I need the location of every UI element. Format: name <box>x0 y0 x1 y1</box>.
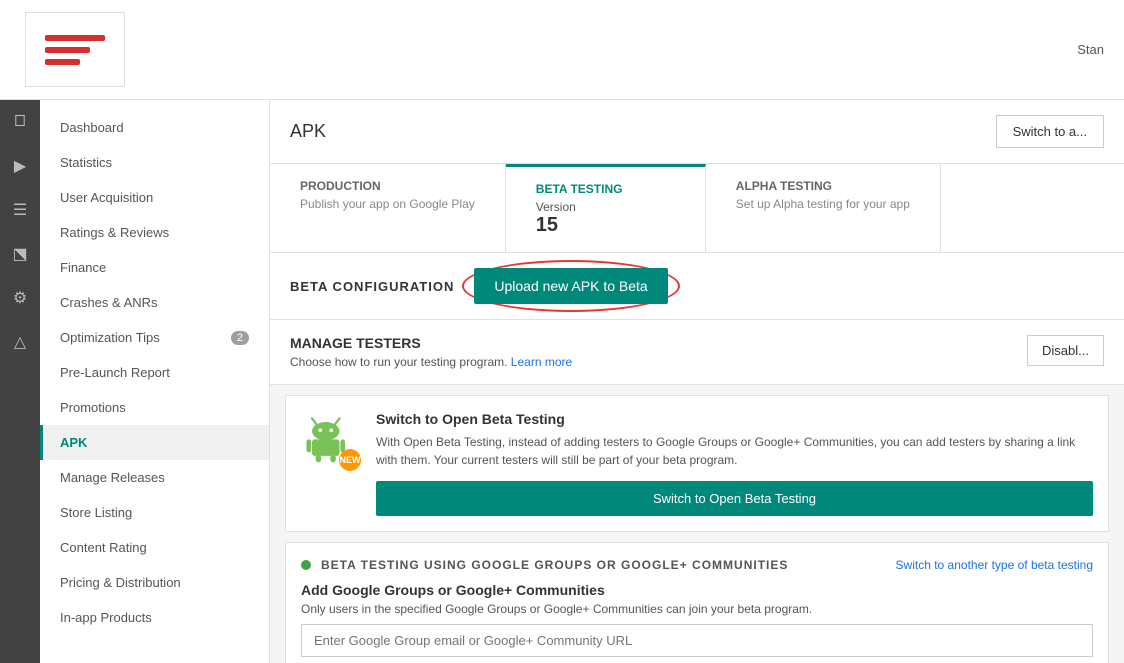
status-dot <box>301 560 311 570</box>
card-body: Switch to Open Beta Testing With Open Be… <box>376 411 1093 516</box>
upload-btn-wrapper: Upload new APK to Beta <box>474 268 667 304</box>
manage-section: MANAGE TESTERS Choose how to run your te… <box>270 320 1124 385</box>
manage-title: MANAGE TESTERS <box>290 335 572 351</box>
android-robot-wrapper: NEW <box>301 411 361 471</box>
logo-line-3 <box>45 59 80 65</box>
sidebar-icons:  ▶ ☰ ⬔ ⚙ △ <box>0 100 40 663</box>
learn-more-link[interactable]: Learn more <box>511 355 572 369</box>
group-email-input[interactable] <box>301 624 1093 657</box>
app-container: Stan  ▶ ☰ ⬔ ⚙ △ Dashboard Statistics Us… <box>0 0 1124 663</box>
top-bar-right: Stan <box>1077 42 1124 57</box>
logo-lines <box>45 35 105 65</box>
bell-sidebar-icon[interactable]: △ <box>8 330 32 354</box>
groups-add-sub: Only users in the specified Google Group… <box>301 602 1093 616</box>
games-sidebar-icon[interactable]: ▶ <box>8 154 32 178</box>
db-sidebar-icon[interactable]: ⬔ <box>8 242 32 266</box>
disable-button[interactable]: Disabl... <box>1027 335 1104 366</box>
nav-item-store-listing[interactable]: Store Listing <box>40 495 269 530</box>
nav-item-apk[interactable]: APK <box>40 425 269 460</box>
logo-area <box>0 2 150 97</box>
tab-beta-testing[interactable]: BETA TESTING Version 15 <box>506 164 706 252</box>
tabs-row: PRODUCTION Publish your app on Google Pl… <box>270 164 1124 253</box>
nav-item-dashboard[interactable]: Dashboard <box>40 110 269 145</box>
nav-item-content-rating[interactable]: Content Rating <box>40 530 269 565</box>
tab-production-sub: Publish your app on Google Play <box>300 197 475 211</box>
groups-title: BETA TESTING USING GOOGLE GROUPS OR GOOG… <box>321 558 788 572</box>
tab-production[interactable]: PRODUCTION Publish your app on Google Pl… <box>270 164 506 252</box>
manage-left: MANAGE TESTERS Choose how to run your te… <box>290 335 572 369</box>
new-badge: NEW <box>339 449 361 471</box>
main-content: APK Switch to a... PRODUCTION Publish yo… <box>270 100 1124 663</box>
nav-item-user-acquisition[interactable]: User Acquisition <box>40 180 269 215</box>
card-header: NEW Switch to Open Beta Testing With Ope… <box>301 411 1093 516</box>
main-area:  ▶ ☰ ⬔ ⚙ △ Dashboard Statistics User Ac… <box>0 100 1124 663</box>
menu-sidebar-icon[interactable]: ☰ <box>8 198 32 222</box>
manage-sub: Choose how to run your testing program. … <box>290 355 572 369</box>
switch-beta-type-link[interactable]: Switch to another type of beta testing <box>896 558 1093 572</box>
config-section: BETA CONFIGURATION Upload new APK to Bet… <box>270 253 1124 320</box>
nav-item-inapp-products[interactable]: In-app Products <box>40 600 269 635</box>
page-title: APK <box>290 121 326 142</box>
top-bar: Stan <box>0 0 1124 100</box>
nav-item-pricing[interactable]: Pricing & Distribution <box>40 565 269 600</box>
tab-production-title: PRODUCTION <box>300 179 475 193</box>
switch-card-desc: With Open Beta Testing, instead of addin… <box>376 433 1093 469</box>
tab-beta-version-num: 15 <box>536 214 675 237</box>
android-sidebar-icon[interactable]:  <box>8 110 32 134</box>
tab-beta-version-label: Version <box>536 200 675 214</box>
left-nav: Dashboard Statistics User Acquisition Ra… <box>40 100 270 663</box>
nav-item-optimization[interactable]: Optimization Tips 2 <box>40 320 269 355</box>
logo-line-2 <box>45 47 90 53</box>
nav-item-prelaunch[interactable]: Pre-Launch Report <box>40 355 269 390</box>
upload-apk-button[interactable]: Upload new APK to Beta <box>474 268 667 304</box>
switch-open-beta-button[interactable]: Switch to Open Beta Testing <box>376 481 1093 516</box>
switch-beta-card: NEW Switch to Open Beta Testing With Ope… <box>285 395 1109 532</box>
content-header: APK Switch to a... <box>270 100 1124 164</box>
optimization-badge: 2 <box>231 331 249 345</box>
settings-sidebar-icon[interactable]: ⚙ <box>8 286 32 310</box>
groups-add-title: Add Google Groups or Google+ Communities <box>301 582 1093 598</box>
logo-line-1 <box>45 35 105 41</box>
tab-alpha-sub: Set up Alpha testing for your app <box>736 197 910 211</box>
tab-alpha-testing[interactable]: ALPHA TESTING Set up Alpha testing for y… <box>706 164 941 252</box>
nav-item-ratings-reviews[interactable]: Ratings & Reviews <box>40 215 269 250</box>
nav-item-manage-releases[interactable]: Manage Releases <box>40 460 269 495</box>
groups-header: BETA TESTING USING GOOGLE GROUPS OR GOOG… <box>301 558 1093 572</box>
tab-beta-title: BETA TESTING <box>536 182 675 196</box>
tab-alpha-title: ALPHA TESTING <box>736 179 910 193</box>
nav-item-statistics[interactable]: Statistics <box>40 145 269 180</box>
nav-item-finance[interactable]: Finance <box>40 250 269 285</box>
nav-item-crashes[interactable]: Crashes & ANRs <box>40 285 269 320</box>
logo-box <box>25 12 125 87</box>
nav-item-promotions[interactable]: Promotions <box>40 390 269 425</box>
switch-button[interactable]: Switch to a... <box>996 115 1104 148</box>
config-label: BETA CONFIGURATION <box>290 279 454 294</box>
switch-card-title: Switch to Open Beta Testing <box>376 411 1093 427</box>
groups-card: BETA TESTING USING GOOGLE GROUPS OR GOOG… <box>285 542 1109 663</box>
